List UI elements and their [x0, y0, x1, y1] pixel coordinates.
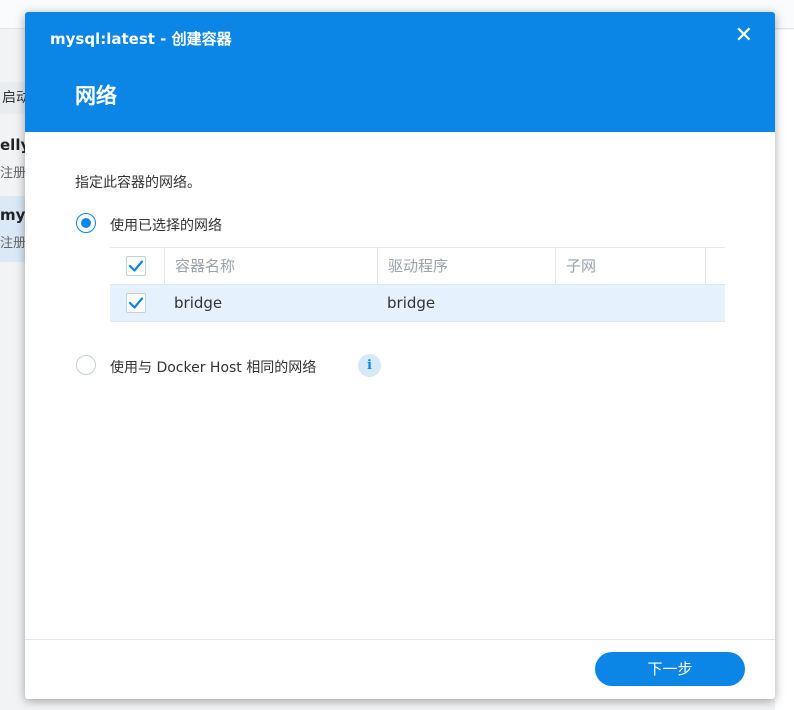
close-icon[interactable]: ✕	[735, 24, 753, 48]
check-icon	[128, 260, 144, 272]
cell-driver: bridge	[387, 294, 436, 312]
step-title: 网络	[75, 84, 117, 108]
table-row[interactable]: bridge bridge	[110, 285, 725, 322]
create-container-dialog: mysql:latest - 创建容器 ✕ 网络 指定此容器的网络。 使用已选择…	[25, 12, 775, 699]
row-select-cell	[110, 285, 164, 321]
column-header-extra	[705, 248, 725, 284]
column-header-subnet[interactable]: 子网	[555, 248, 705, 284]
background-panel	[775, 30, 794, 710]
selected-network-radio[interactable]	[76, 213, 96, 233]
select-all-cell	[110, 248, 164, 284]
info-icon[interactable]: i	[358, 354, 381, 377]
network-description: 指定此容器的网络。	[75, 175, 201, 191]
row-checkbox[interactable]	[126, 293, 146, 313]
column-header-driver[interactable]: 驱动程序	[377, 248, 555, 284]
network-table: 容器名称 驱动程序 子网 bridge bridge	[110, 247, 725, 322]
column-header-name[interactable]: 容器名称	[164, 248, 377, 284]
cell-subnet	[555, 285, 705, 321]
next-button[interactable]: 下一步	[595, 652, 745, 686]
cell-network-name: bridge	[174, 294, 223, 312]
select-all-checkbox[interactable]	[126, 256, 146, 276]
host-network-label[interactable]: 使用与 Docker Host 相同的网络	[110, 357, 316, 377]
check-icon	[128, 297, 144, 309]
window-title: mysql:latest - 创建容器	[50, 30, 232, 48]
dialog-footer: 下一步	[25, 639, 775, 699]
dialog-header: mysql:latest - 创建容器 ✕ 网络	[25, 12, 775, 132]
table-header: 容器名称 驱动程序 子网	[110, 247, 725, 285]
host-network-radio[interactable]	[76, 355, 96, 375]
selected-network-label[interactable]: 使用已选择的网络	[110, 215, 222, 235]
